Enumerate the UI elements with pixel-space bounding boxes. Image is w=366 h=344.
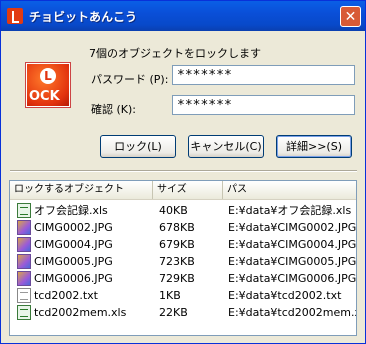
file-size: 1KB: [159, 289, 181, 302]
file-size: 40KB: [159, 204, 188, 217]
list-item[interactable]: tcd2002mem.xls 22KB E:¥data¥tcd2002mem.x..…: [10, 304, 356, 321]
file-name: オフ会記録.xls: [34, 204, 108, 217]
cancel-button[interactable]: キャンセル(C): [188, 135, 264, 158]
lock-logo-text: OCK: [29, 89, 60, 104]
file-size: 22KB: [159, 306, 188, 319]
details-button[interactable]: 詳細>>(S): [276, 135, 352, 158]
excel-file-icon: [17, 203, 31, 218]
list-item[interactable]: CIMG0004.JPG 679KB E:¥data¥CIMG0004.JPG: [10, 236, 356, 253]
list-item[interactable]: オフ会記録.xls 40KB E:¥data¥オフ会記録.xls: [10, 202, 356, 219]
file-size: 729KB: [159, 272, 195, 285]
file-size: 679KB: [159, 238, 195, 251]
title-bar[interactable]: チョビットあんこう ✕: [1, 1, 365, 31]
file-path: E:¥data¥CIMG0005.JPG: [228, 255, 357, 268]
file-path: E:¥data¥CIMG0002.JPG: [228, 221, 357, 234]
close-button[interactable]: ✕: [340, 6, 361, 27]
image-file-icon: [17, 271, 31, 286]
file-size: 678KB: [159, 221, 195, 234]
file-name: tcd2002.txt: [34, 289, 98, 302]
file-name: CIMG0004.JPG: [34, 238, 113, 251]
excel-file-icon: [17, 305, 31, 320]
list-item[interactable]: CIMG0006.JPG 729KB E:¥data¥CIMG0006.JPG: [10, 270, 356, 287]
column-header-size[interactable]: サイズ: [153, 181, 223, 199]
password-label: パスワード (P):: [91, 73, 169, 86]
lock-object-list[interactable]: ロックするオブジェクト サイズ パス オフ会記録.xls 40KB E:¥data¥…: [9, 180, 357, 336]
lock-logo-glyph: L: [40, 68, 56, 84]
file-path: E:¥data¥CIMG0006.JPG: [228, 272, 357, 285]
list-item[interactable]: tcd2002.txt 1KB E:¥data¥tcd2002.txt: [10, 287, 356, 304]
confirm-password-field[interactable]: *******: [172, 95, 355, 115]
lock-dialog-window: チョビットあんこう ✕ L OCK 7個のオブジェクトをロックします パスワード…: [0, 0, 366, 344]
file-path: E:¥data¥オフ会記録.xls: [228, 204, 352, 217]
file-name: tcd2002mem.xls: [34, 306, 127, 319]
separator: [10, 170, 357, 172]
file-path: E:¥data¥tcd2002mem.x...: [228, 306, 356, 319]
file-path: E:¥data¥tcd2002.txt: [228, 289, 342, 302]
app-lock-icon: [7, 8, 23, 24]
window-title: チョビットあんこう: [29, 10, 138, 24]
file-name: CIMG0006.JPG: [34, 272, 113, 285]
column-header-object[interactable]: ロックするオブジェクト: [10, 181, 153, 199]
list-header: ロックするオブジェクト サイズ パス: [10, 181, 356, 200]
image-file-icon: [17, 220, 31, 235]
file-path: E:¥data¥CIMG0004.JPG: [228, 238, 357, 251]
confirm-label: 確認 (K):: [91, 103, 136, 116]
lock-message: 7個のオブジェクトをロックします: [89, 47, 261, 60]
file-size: 723KB: [159, 255, 195, 268]
lock-button[interactable]: ロック(L): [100, 135, 176, 158]
lock-logo-icon: L OCK: [26, 63, 70, 107]
image-file-icon: [17, 237, 31, 252]
text-file-icon: [17, 288, 31, 303]
list-item[interactable]: CIMG0002.JPG 678KB E:¥data¥CIMG0002.JPG: [10, 219, 356, 236]
file-name: CIMG0005.JPG: [34, 255, 113, 268]
column-header-path[interactable]: パス: [223, 181, 356, 199]
list-item[interactable]: CIMG0005.JPG 723KB E:¥data¥CIMG0005.JPG: [10, 253, 356, 270]
file-name: CIMG0002.JPG: [34, 221, 113, 234]
image-file-icon: [17, 254, 31, 269]
password-field[interactable]: *******: [172, 65, 355, 85]
